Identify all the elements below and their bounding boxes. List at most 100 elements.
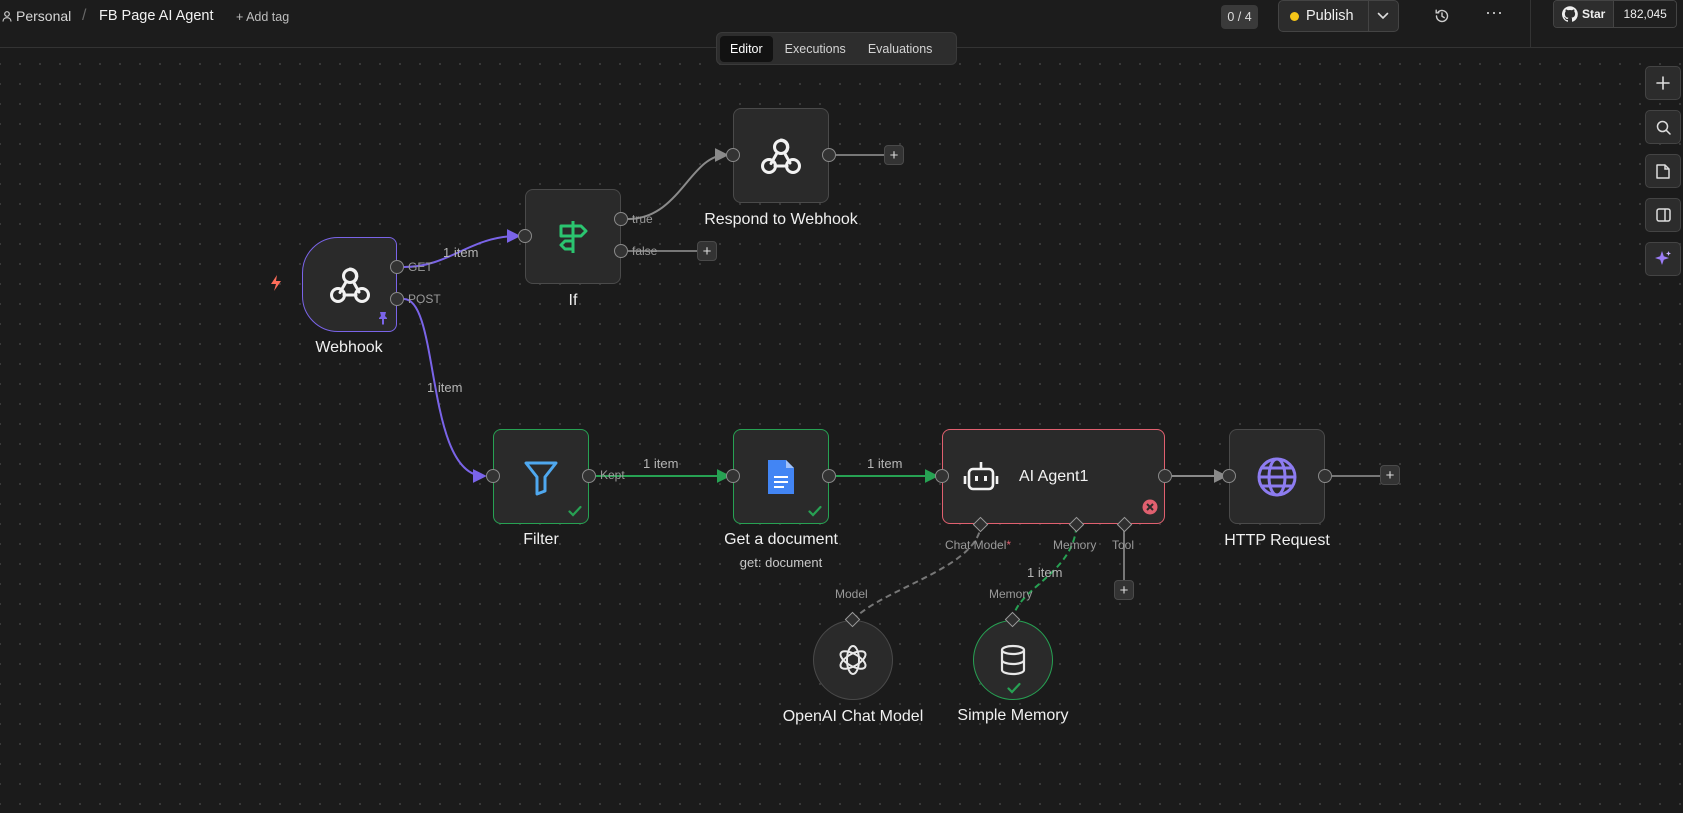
if-true-label: true bbox=[632, 212, 653, 226]
node-webhook[interactable] bbox=[302, 237, 397, 332]
signpost-icon bbox=[559, 220, 588, 253]
add-tag-button[interactable]: + Add tag bbox=[236, 10, 289, 24]
http-output-port[interactable] bbox=[1318, 469, 1332, 483]
http-add-button[interactable]: + bbox=[1380, 465, 1400, 485]
openai-icon bbox=[839, 645, 867, 675]
history-button[interactable] bbox=[1432, 6, 1452, 26]
search-icon bbox=[1656, 120, 1671, 135]
webhook-icon bbox=[329, 267, 370, 303]
agent-input-port[interactable] bbox=[935, 469, 949, 483]
trigger-bolt-icon bbox=[271, 275, 281, 291]
webhook-get-label: GET bbox=[408, 260, 433, 274]
publish-button[interactable]: Publish bbox=[1279, 1, 1368, 31]
workflow-title[interactable]: FB Page AI Agent bbox=[99, 8, 213, 24]
doc-output-port[interactable] bbox=[822, 469, 836, 483]
node-respond-to-webhook[interactable] bbox=[733, 108, 829, 203]
breadcrumb-personal-label: Personal bbox=[16, 8, 72, 24]
n8n-app: Personal / FB Page AI Agent + Add tag 0 … bbox=[0, 0, 1683, 813]
success-check-icon bbox=[568, 505, 582, 517]
webhook-icon bbox=[761, 138, 801, 174]
memory-port-label: Memory bbox=[989, 587, 1033, 601]
ai-agent-label: AI Agent1 bbox=[1019, 467, 1089, 485]
agent-memory-label: Memory bbox=[1053, 538, 1097, 552]
search-nodes-button[interactable] bbox=[1645, 110, 1681, 144]
robot-icon bbox=[963, 461, 999, 490]
edge-label-doc-agent: 1 item bbox=[867, 456, 903, 471]
github-star-count: 182,045 bbox=[1614, 1, 1676, 27]
if-false-port[interactable] bbox=[614, 244, 628, 258]
sticky-note-button[interactable] bbox=[1645, 154, 1681, 188]
add-node-button[interactable] bbox=[1645, 66, 1681, 100]
respond-add-button[interactable]: + bbox=[884, 145, 904, 165]
publish-options-button[interactable] bbox=[1367, 1, 1398, 31]
if-false-label: false bbox=[632, 244, 658, 258]
doc-input-port[interactable] bbox=[726, 469, 740, 483]
openai-label: OpenAI Chat Model bbox=[782, 708, 924, 725]
ai-assistant-button[interactable] bbox=[1645, 242, 1681, 276]
header-divider bbox=[1530, 0, 1531, 48]
github-icon bbox=[1562, 6, 1578, 22]
edge-label-filter-doc: 1 item bbox=[643, 456, 679, 471]
http-input-port[interactable] bbox=[1222, 469, 1236, 483]
unpublished-status-dot bbox=[1290, 11, 1299, 21]
node-simple-memory[interactable] bbox=[973, 620, 1053, 700]
doc-label: Get a document bbox=[724, 531, 838, 548]
filter-kept-port[interactable] bbox=[582, 469, 596, 483]
sparkle-icon bbox=[1655, 251, 1671, 265]
success-check-icon bbox=[1007, 682, 1021, 694]
agent-tool-label: Tool bbox=[1112, 538, 1135, 552]
webhook-label: Webhook bbox=[315, 339, 383, 356]
node-http-request[interactable] bbox=[1229, 429, 1325, 524]
filter-input-port[interactable] bbox=[486, 469, 500, 483]
if-label: If bbox=[568, 292, 578, 309]
tab-executions[interactable]: Executions bbox=[775, 36, 856, 62]
execution-counter-badge: 0 / 4 bbox=[1221, 5, 1258, 29]
node-get-document[interactable] bbox=[733, 429, 829, 524]
agent-chat-model-label: Chat Model* bbox=[945, 538, 1011, 552]
github-star-button[interactable]: Star 182,045 bbox=[1553, 0, 1677, 28]
agent-add-tool-button[interactable]: + bbox=[1114, 580, 1134, 600]
more-options-button[interactable]: ··· bbox=[1484, 2, 1504, 26]
pin-icon bbox=[379, 312, 387, 325]
history-icon bbox=[1435, 9, 1449, 23]
toggle-panel-button[interactable] bbox=[1645, 198, 1681, 232]
node-filter[interactable] bbox=[493, 429, 589, 524]
filter-icon bbox=[524, 461, 558, 495]
node-if[interactable] bbox=[525, 189, 621, 284]
breadcrumb-personal[interactable]: Personal bbox=[2, 8, 71, 24]
memory-label: Simple Memory bbox=[957, 707, 1069, 724]
edge-label-webhook-if: 1 item bbox=[443, 245, 479, 260]
agent-output-port[interactable] bbox=[1158, 469, 1172, 483]
success-check-icon bbox=[808, 505, 822, 517]
publish-button-group: Publish bbox=[1278, 0, 1399, 32]
chevron-down-icon bbox=[1377, 12, 1389, 20]
panel-icon bbox=[1655, 208, 1671, 222]
respond-output-port[interactable] bbox=[822, 148, 836, 162]
sticky-note-icon bbox=[1656, 163, 1670, 179]
webhook-post-label: POST bbox=[408, 292, 441, 306]
node-ai-agent[interactable]: AI Agent1 bbox=[942, 429, 1165, 524]
if-false-add-button[interactable]: + bbox=[697, 241, 717, 261]
if-true-port[interactable] bbox=[614, 212, 628, 226]
view-tabs: Editor Executions Evaluations bbox=[716, 32, 957, 65]
user-icon bbox=[2, 10, 12, 22]
error-icon bbox=[1142, 499, 1158, 515]
plus-icon bbox=[1656, 76, 1670, 90]
chat-model-text: Chat Model bbox=[945, 538, 1007, 552]
tab-evaluations[interactable]: Evaluations bbox=[858, 36, 943, 62]
openai-model-label: Model bbox=[835, 587, 868, 601]
github-star-left: Star bbox=[1554, 1, 1615, 27]
doc-sublabel: get: document bbox=[739, 555, 823, 570]
http-label: HTTP Request bbox=[1224, 532, 1330, 549]
edge-label-memory-agent: 1 item bbox=[1027, 565, 1063, 580]
respond-input-port[interactable] bbox=[726, 148, 740, 162]
if-input-port[interactable] bbox=[518, 229, 532, 243]
edge-label-webhook-filter: 1 item bbox=[427, 380, 463, 395]
filter-label: Filter bbox=[523, 531, 559, 548]
required-mark: * bbox=[1006, 538, 1012, 552]
webhook-get-port[interactable] bbox=[390, 260, 404, 274]
tab-editor[interactable]: Editor bbox=[720, 35, 773, 62]
node-openai-chat-model[interactable] bbox=[813, 620, 893, 700]
filter-kept-label: Kept bbox=[600, 468, 625, 482]
webhook-post-port[interactable] bbox=[390, 292, 404, 306]
